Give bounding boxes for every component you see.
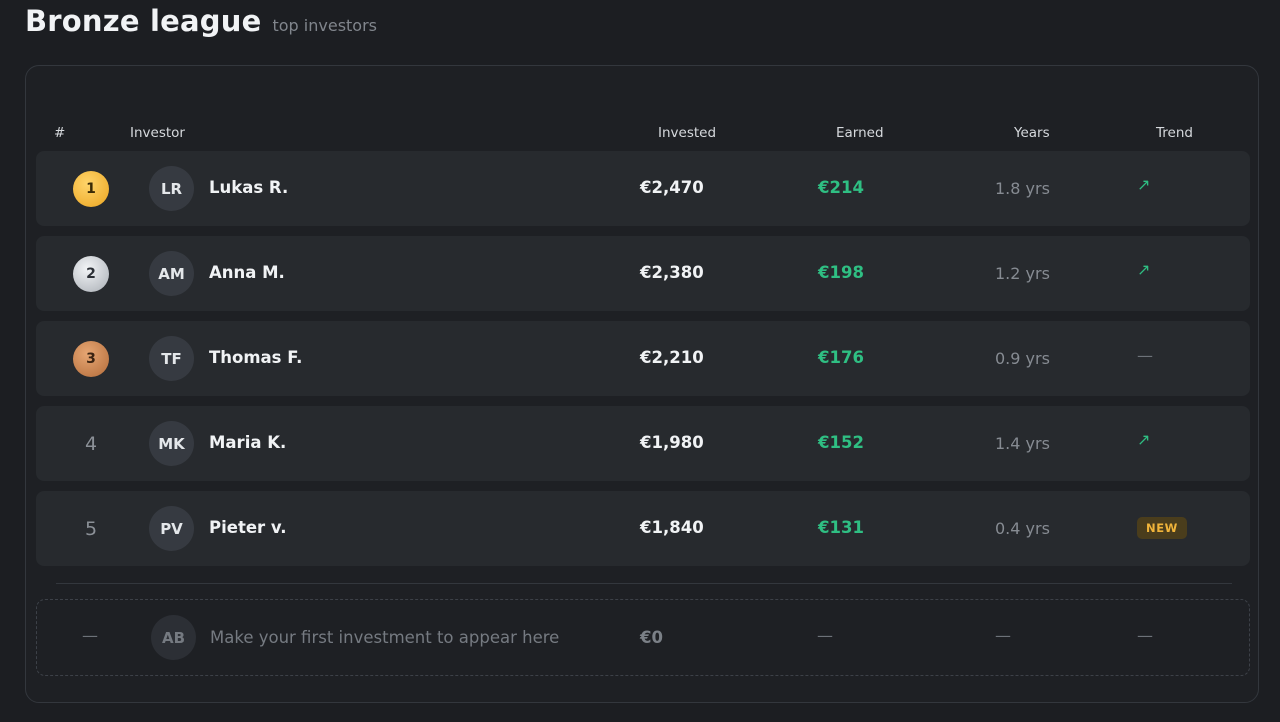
years-value: 1.4 yrs [995, 434, 1050, 453]
years-value: 0.4 yrs [995, 519, 1050, 538]
investor-name: Maria K. [209, 433, 287, 452]
avatar: TF [149, 336, 194, 381]
table-header: # Investor Invested Earned Years Trend [26, 66, 1258, 156]
column-header-rank: # [54, 125, 66, 141]
investor-name: Anna M. [209, 263, 285, 282]
bronze-medal-icon: 3 [73, 341, 109, 377]
gold-medal-icon: 1 [73, 171, 109, 207]
invested-amount: €2,470 [640, 178, 704, 197]
page-header: Bronze league top investors [25, 4, 377, 38]
arrow-up-right-icon: ↗ [1137, 260, 1151, 279]
placeholder-years: — [995, 626, 1011, 645]
silver-medal-icon: 2 [73, 256, 109, 292]
invested-amount: €1,980 [640, 433, 704, 452]
page-title: Bronze league [25, 4, 262, 38]
arrow-up-right-icon: ↗ [1137, 430, 1151, 449]
invested-amount: €2,210 [640, 348, 704, 367]
avatar: LR [149, 166, 194, 211]
placeholder-trend: — [1137, 626, 1153, 645]
avatar: AM [149, 251, 194, 296]
arrow-up-right-icon: ↗ [1137, 175, 1151, 194]
table-row[interactable]: 3 TF Thomas F. €2,210 €176 0.9 yrs — [36, 321, 1250, 396]
dash-icon: — [1137, 346, 1153, 365]
earned-amount: €214 [818, 178, 864, 197]
column-header-trend: Trend [1156, 125, 1193, 141]
years-value: 1.8 yrs [995, 179, 1050, 198]
page-subtitle: top investors [272, 16, 377, 35]
table-row[interactable]: 2 AM Anna M. €2,380 €198 1.2 yrs ↗ [36, 236, 1250, 311]
rank-number: 5 [84, 518, 98, 540]
your-position-placeholder: — AB Make your first investment to appea… [36, 599, 1250, 676]
table-row[interactable]: 1 LR Lukas R. €2,470 €214 1.8 yrs ↗ [36, 151, 1250, 226]
placeholder-earned: — [817, 626, 833, 645]
column-header-investor: Investor [130, 125, 185, 141]
rank-number: 4 [84, 433, 98, 455]
earned-amount: €198 [818, 263, 864, 282]
placeholder-rank: — [82, 626, 98, 645]
investor-name: Thomas F. [209, 348, 303, 367]
avatar: AB [151, 615, 196, 660]
avatar: MK [149, 421, 194, 466]
column-header-invested: Invested [658, 125, 717, 141]
earned-amount: €152 [818, 433, 864, 452]
earned-amount: €131 [818, 518, 864, 537]
table-row[interactable]: 5 PV Pieter v. €1,840 €131 0.4 yrs NEW [36, 491, 1250, 566]
new-badge: NEW [1137, 517, 1187, 539]
years-value: 1.2 yrs [995, 264, 1050, 283]
placeholder-message: Make your first investment to appear her… [210, 628, 560, 647]
invested-amount: €2,380 [640, 263, 704, 282]
earned-amount: €176 [818, 348, 864, 367]
invested-amount: €1,840 [640, 518, 704, 537]
investor-name: Pieter v. [209, 518, 287, 537]
divider [56, 583, 1232, 584]
placeholder-invested: €0 [640, 628, 663, 647]
years-value: 0.9 yrs [995, 349, 1050, 368]
column-header-earned: Earned [836, 125, 884, 141]
investor-name: Lukas R. [209, 178, 289, 197]
table-row[interactable]: 4 MK Maria K. €1,980 €152 1.4 yrs ↗ [36, 406, 1250, 481]
avatar: PV [149, 506, 194, 551]
column-header-years: Years [1014, 125, 1050, 141]
leaderboard-panel: # Investor Invested Earned Years Trend 1… [25, 65, 1259, 703]
